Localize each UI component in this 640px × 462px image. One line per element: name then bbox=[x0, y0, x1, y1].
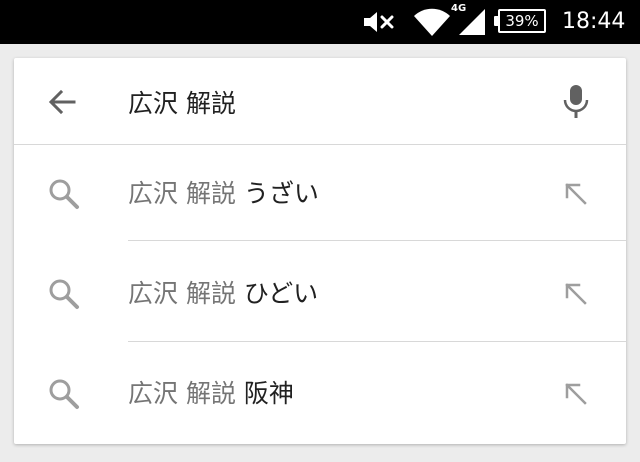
cell-signal-icon bbox=[452, 0, 492, 44]
search-bar bbox=[14, 58, 626, 145]
divider bbox=[128, 341, 626, 342]
search-card: 広沢 解説 うざい 広沢 解説 ひどい 広沢 bbox=[14, 58, 626, 444]
clock: 18:44 bbox=[562, 9, 626, 34]
wifi-icon bbox=[410, 0, 454, 44]
fill-query-button[interactable] bbox=[554, 272, 598, 316]
suggestion-text: 広沢 解説 阪神 bbox=[128, 344, 294, 444]
voice-search-button[interactable] bbox=[554, 80, 598, 124]
search-icon bbox=[44, 274, 84, 314]
status-bar: 4G 39% 18:44 bbox=[0, 0, 640, 44]
suggestion-item[interactable]: 広沢 解説 阪神 bbox=[14, 344, 626, 444]
suggestion-suffix: 阪神 bbox=[243, 379, 294, 408]
suggestion-text: 広沢 解説 ひどい bbox=[128, 244, 318, 344]
suggestion-suffix: ひどい bbox=[243, 279, 319, 308]
arrow-up-left-icon bbox=[565, 183, 587, 205]
microphone-icon bbox=[563, 85, 589, 118]
suggestion-item[interactable]: 広沢 解説 ひどい bbox=[14, 244, 626, 344]
search-input[interactable] bbox=[128, 80, 528, 124]
suggestion-suffix: うざい bbox=[243, 179, 319, 208]
suggestion-item[interactable]: 広沢 解説 うざい bbox=[14, 144, 626, 244]
fill-query-button[interactable] bbox=[554, 172, 598, 216]
arrow-back-icon bbox=[48, 89, 76, 115]
suggestion-prefix: 広沢 解説 bbox=[128, 179, 236, 208]
search-icon bbox=[44, 174, 84, 214]
fill-query-button[interactable] bbox=[554, 372, 598, 416]
divider bbox=[128, 240, 626, 241]
battery-level: 39% bbox=[498, 9, 546, 33]
suggestion-prefix: 広沢 解説 bbox=[128, 279, 236, 308]
suggestion-text: 広沢 解説 うざい bbox=[128, 144, 319, 244]
back-button[interactable] bbox=[42, 82, 82, 122]
suggestion-prefix: 広沢 解説 bbox=[128, 379, 236, 408]
search-icon bbox=[44, 374, 84, 414]
volume-mute-icon bbox=[360, 0, 398, 44]
arrow-up-left-icon bbox=[565, 283, 587, 305]
arrow-up-left-icon bbox=[565, 383, 587, 405]
